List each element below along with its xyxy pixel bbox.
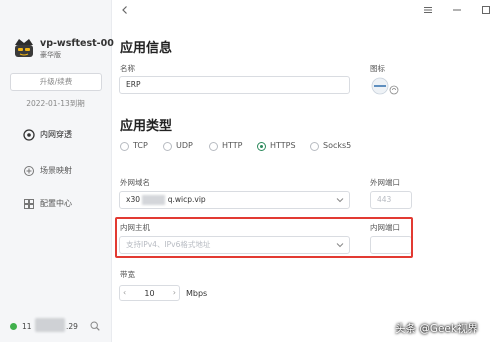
radio-socks5[interactable] — [310, 142, 319, 151]
scene-icon — [24, 166, 34, 176]
section-title-app-info: 应用信息 — [120, 41, 173, 56]
radio-label-http: HTTP — [222, 141, 243, 150]
sidebar: vp-wsftest-00 豪华版 升级/续费 2022-01-13到期 内网穿… — [0, 0, 114, 342]
bandwidth-stepper[interactable]: ‹ 10 › — [119, 285, 180, 301]
external-domain-select[interactable]: x30 q.wicp.vip — [119, 191, 350, 209]
sidebar-item-label: 配置中心 — [40, 199, 72, 208]
name-label: 名称 — [120, 64, 135, 73]
external-port-label: 外网端口 — [370, 178, 400, 187]
online-status-icon — [10, 323, 17, 330]
domain-suffix: q.wicp.vip — [167, 195, 206, 204]
sidebar-item-scene[interactable]: 场景映射 — [0, 160, 111, 182]
highlight-box — [115, 217, 413, 258]
domain-redaction — [142, 195, 166, 205]
sidebar-item-label: 场景映射 — [40, 166, 72, 175]
bandwidth-unit: Mbps — [186, 289, 208, 298]
radio-label-udp: UDP — [176, 141, 193, 150]
sidebar-item-settings[interactable]: 配置中心 — [0, 193, 111, 215]
minimize-icon[interactable] — [452, 5, 462, 15]
app-logo-icon — [15, 39, 33, 57]
increment-icon[interactable]: › — [173, 288, 176, 297]
bandwidth-value: 10 — [144, 289, 155, 298]
upgrade-button[interactable]: 升级/续费 — [10, 73, 102, 91]
bandwidth-label: 带宽 — [120, 270, 135, 279]
radio-http[interactable] — [209, 142, 218, 151]
hamburger-icon[interactable] — [423, 5, 433, 15]
chevron-down-icon — [336, 198, 344, 203]
radio-https[interactable] — [257, 142, 266, 151]
device-name: vp-wsftest-00 — [40, 38, 114, 49]
external-domain-label: 外网域名 — [120, 178, 150, 187]
settings-icon — [24, 199, 34, 209]
zoom-icon[interactable] — [90, 321, 100, 331]
lan-icon — [23, 129, 35, 141]
ip-prefix: 11 — [22, 322, 32, 331]
radio-label-socks5: Socks5 — [323, 141, 352, 150]
sidebar-item-intranet[interactable]: 内网穿透 — [0, 124, 111, 146]
edition-label: 豪华版 — [40, 51, 61, 59]
ip-redaction — [35, 318, 65, 332]
radio-label-tcp: TCP — [133, 141, 148, 150]
external-port-input[interactable]: 443 — [370, 191, 412, 209]
radio-label-https: HTTPS — [270, 141, 296, 150]
name-input[interactable]: ERP — [119, 76, 350, 94]
chevron-left-icon[interactable] — [120, 5, 130, 15]
radio-tcp[interactable] — [120, 142, 129, 151]
radio-udp[interactable] — [163, 142, 172, 151]
expiry-date: 2022-01-13到期 — [26, 99, 85, 108]
app-icon-picker[interactable] — [370, 76, 400, 98]
section-title-app-type: 应用类型 — [120, 119, 173, 134]
domain-prefix: x30 — [126, 195, 140, 204]
sidebar-item-label: 内网穿透 — [40, 130, 72, 139]
icon-label: 图标 — [370, 64, 385, 73]
ip-suffix: .29 — [66, 322, 78, 331]
maximize-icon[interactable] — [481, 5, 491, 15]
watermark: 头条 @Geek视界 — [395, 323, 478, 335]
